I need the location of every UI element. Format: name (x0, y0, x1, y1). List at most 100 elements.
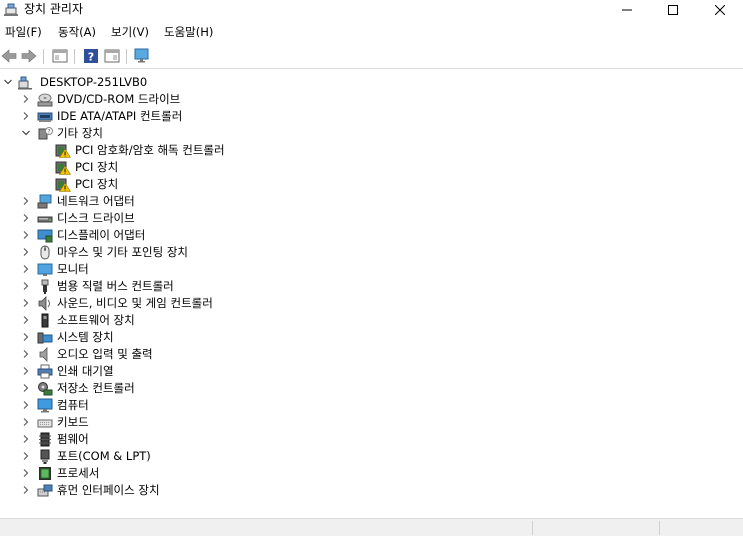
tree-child-pci-device[interactable]: PCI 장치 (0, 176, 400, 193)
tree-item-label: DVD/CD-ROM 드라이브 (57, 92, 181, 106)
status-divider (659, 521, 660, 535)
chevron-right-icon[interactable] (21, 264, 31, 274)
device-manager-icon (3, 1, 19, 17)
chevron-right-icon[interactable] (21, 400, 31, 410)
tree-item-label: 펌웨어 (57, 432, 89, 446)
chevron-right-icon[interactable] (21, 298, 31, 308)
tree-item-software-devices[interactable]: 소프트웨어 장치 (0, 312, 400, 329)
display-adapter-icon (37, 229, 53, 243)
tree-item-dvd-drives[interactable]: DVD/CD-ROM 드라이브 (0, 91, 400, 108)
tree-item-label: 키보드 (57, 415, 89, 429)
chevron-right-icon[interactable] (21, 468, 31, 478)
minimize-button[interactable] (604, 0, 650, 20)
chevron-down-icon[interactable] (3, 77, 13, 87)
system-device-icon (37, 332, 53, 344)
tree-item-disk-drives[interactable]: 디스크 드라이브 (0, 210, 400, 227)
tree-item-label: 모니터 (57, 262, 89, 276)
chevron-right-icon[interactable] (21, 366, 31, 376)
tree-item-label: 마우스 및 기타 포인팅 장치 (57, 245, 189, 259)
tree-item-firmware[interactable]: 펌웨어 (0, 431, 400, 448)
tree-item-ports[interactable]: 포트(COM & LPT) (0, 448, 400, 465)
tree-item-processors[interactable]: 프로세서 (0, 465, 400, 482)
menu-action[interactable]: 동작(A) (58, 25, 96, 40)
view-pane-icon (104, 49, 120, 63)
chevron-right-icon[interactable] (21, 332, 31, 342)
tree-item-label: 소프트웨어 장치 (57, 313, 135, 327)
mouse-icon (40, 245, 50, 260)
tree-root[interactable]: DESKTOP-251LVB0 (0, 74, 400, 91)
forward-icon (21, 49, 37, 63)
chevron-right-icon[interactable] (21, 94, 31, 104)
tree-item-computer[interactable]: 컴퓨터 (0, 397, 400, 414)
toolbar: ? (0, 44, 743, 69)
chevron-right-icon[interactable] (21, 247, 31, 257)
chevron-right-icon[interactable] (21, 111, 31, 121)
tree-child-pci-device[interactable]: PCI 장치 (0, 159, 400, 176)
toolbar-separator (74, 49, 75, 64)
tree-item-label: 저장소 컨트롤러 (57, 381, 135, 395)
hid-icon (37, 484, 53, 497)
tree-item-label: 시스템 장치 (57, 330, 114, 344)
chevron-right-icon[interactable] (21, 196, 31, 206)
chevron-right-icon[interactable] (21, 281, 31, 291)
chevron-right-icon[interactable] (21, 451, 31, 461)
tree-item-label: 포트(COM & LPT) (57, 449, 151, 463)
toolbar-separator (126, 49, 127, 64)
help-button[interactable]: ? (82, 47, 100, 65)
software-device-icon (41, 313, 49, 328)
tree-item-label: 프로세서 (57, 466, 100, 480)
show-hide-console-tree-button[interactable] (51, 47, 69, 65)
tree-item-label: 네트워크 어댑터 (57, 194, 135, 208)
maximize-button[interactable] (650, 0, 696, 20)
tree-item-label: 기타 장치 (57, 126, 103, 140)
chevron-right-icon[interactable] (21, 349, 31, 359)
audio-io-icon (39, 347, 48, 362)
chevron-right-icon[interactable] (21, 485, 31, 495)
tree-item-label: 디스플레이 어댑터 (57, 228, 146, 242)
close-button[interactable] (697, 0, 743, 20)
chevron-right-icon[interactable] (21, 383, 31, 393)
tree-item-print-queues[interactable]: 인쇄 대기열 (0, 363, 400, 380)
unknown-device-icon: ? (38, 127, 53, 140)
warning-device-icon (55, 178, 71, 192)
computer-monitor-icon (37, 398, 53, 413)
chevron-right-icon[interactable] (21, 417, 31, 427)
tree-item-storage-controllers[interactable]: 저장소 컨트롤러 (0, 380, 400, 397)
tree-item-display-adapters[interactable]: 디스플레이 어댑터 (0, 227, 400, 244)
chevron-right-icon[interactable] (21, 315, 31, 325)
usb-icon (41, 279, 49, 294)
minimize-icon (622, 9, 632, 11)
close-icon (715, 5, 725, 15)
menu-view[interactable]: 보기(V) (111, 25, 149, 40)
chevron-right-icon[interactable] (21, 230, 31, 240)
tree-item-mice[interactable]: 마우스 및 기타 포인팅 장치 (0, 244, 400, 261)
tree-item-label: 인쇄 대기열 (57, 364, 114, 378)
tree-root-label: DESKTOP-251LVB0 (40, 75, 148, 89)
back-button[interactable] (0, 47, 18, 65)
chevron-down-icon[interactable] (21, 128, 31, 138)
view-pane-button[interactable] (103, 47, 121, 65)
printer-icon (37, 364, 53, 379)
keyboard-icon (37, 419, 53, 428)
monitor-scan-icon (134, 48, 149, 63)
tree-item-other-devices[interactable]: ? 기타 장치 (0, 125, 400, 142)
tree-item-ide-controllers[interactable]: IDE ATA/ATAPI 컨트롤러 (0, 108, 400, 125)
tree-item-usb-controllers[interactable]: 범용 직렬 버스 컨트롤러 (0, 278, 400, 295)
tree-item-monitors[interactable]: 모니터 (0, 261, 400, 278)
chevron-right-icon[interactable] (21, 434, 31, 444)
menu-help[interactable]: 도움말(H) (164, 25, 213, 40)
chevron-right-icon[interactable] (21, 213, 31, 223)
tree-item-label: 컴퓨터 (57, 398, 89, 412)
tree-item-audio-inputs-outputs[interactable]: 오디오 입력 및 출력 (0, 346, 400, 363)
tree-item-sound-controllers[interactable]: 사운드, 비디오 및 게임 컨트롤러 (0, 295, 400, 312)
svg-text:?: ? (47, 129, 50, 136)
tree-item-human-interface-devices[interactable]: 휴먼 인터페이스 장치 (0, 482, 400, 499)
forward-button[interactable] (20, 47, 38, 65)
tree-child-pci-crypto-controller[interactable]: PCI 암호화/암호 해독 컨트롤러 (0, 142, 400, 159)
tree-item-system-devices[interactable]: 시스템 장치 (0, 329, 400, 346)
menu-file[interactable]: 파일(F) (5, 25, 42, 40)
scan-hardware-button[interactable] (133, 47, 151, 65)
tree-item-network-adapters[interactable]: 네트워크 어댑터 (0, 193, 400, 210)
tree-item-keyboards[interactable]: 키보드 (0, 414, 400, 431)
disk-drive-icon (37, 216, 53, 223)
